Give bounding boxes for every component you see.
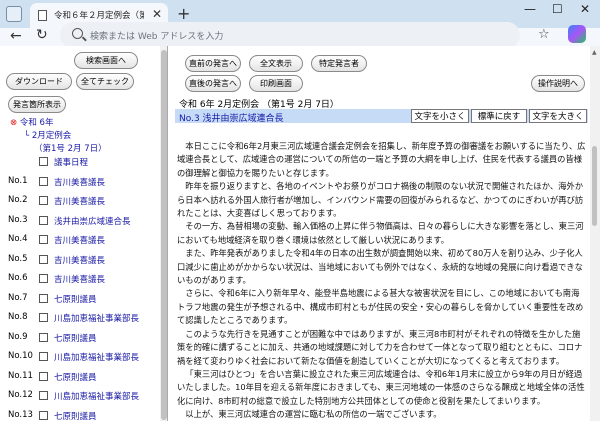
specific-speaker-button[interactable]: 特定発言者: [311, 55, 367, 72]
member-checkbox[interactable]: [39, 410, 48, 420]
font-smaller-button[interactable]: 文字を小さく: [411, 109, 469, 123]
member-number: No.12: [8, 390, 33, 400]
member-checkbox[interactable]: [39, 176, 48, 186]
member-number: No.8: [8, 312, 28, 322]
close-icon[interactable]: ✕: [152, 7, 162, 21]
download-button[interactable]: ダウンロード: [6, 73, 72, 90]
left-scrollbar[interactable]: [160, 46, 167, 421]
member-number: No.4: [8, 234, 28, 244]
speech-paragraph: 本日ここに令和6年2月東三河広域連合議会定例会を招集し、新年度予算の御審議をお願…: [177, 141, 586, 178]
tree-day[interactable]: （第1号 2月 7日）: [34, 142, 107, 154]
member-checkbox[interactable]: [39, 235, 48, 244]
search-icon: [72, 28, 83, 39]
show-speakers-button[interactable]: 発言箇所表示: [8, 96, 66, 113]
member-checkbox[interactable]: [39, 254, 48, 264]
back-arrow-icon[interactable]: ←: [10, 28, 22, 44]
member-name-link[interactable]: 川島加恵福祉事業部長: [54, 351, 139, 363]
tree-year[interactable]: ⊗ 令和 6年: [10, 116, 53, 128]
member-checkbox[interactable]: [39, 332, 48, 342]
member-name-link[interactable]: 川島加恵福祉事業部長: [54, 390, 139, 402]
member-checkbox[interactable]: [39, 371, 48, 381]
full-text-button[interactable]: 全文表示: [249, 55, 303, 72]
next-speech-button[interactable]: 直後の発言へ: [185, 75, 241, 92]
window-close-icon[interactable]: ✕: [580, 2, 590, 16]
member-name-link[interactable]: 七原則議員: [54, 332, 97, 344]
right-frame: 直前の発言へ 全文表示 特定発言者 直後の発言へ 印刷画面 操作説明へ 令和 6…: [171, 46, 600, 421]
speech-paragraph: このような先行きを見通すことが困難な中ではありますが、東三河8市町村がそれぞれの…: [177, 328, 583, 366]
member-number: No.9: [8, 331, 28, 342]
member-number: No.13: [8, 409, 33, 420]
prev-speech-button[interactable]: 直前の発言へ: [185, 55, 241, 72]
member-number: No.10: [8, 351, 33, 361]
speech-body: 本日ここに令和6年2月東三河広域連合議会定例会を招集し、新年度予算の御審議をお願…: [177, 140, 587, 421]
speech-paragraph: 「東三河はひとつ」を合い言葉に設立された東三河広域連合は、令和6年1月末に設立か…: [177, 368, 585, 406]
speech-paragraph: また、昨年発表がありました令和4年の日本の出生数が調査開始以来、初めて80万人を…: [177, 248, 583, 286]
member-number: No.1: [8, 175, 28, 186]
member-checkbox[interactable]: [39, 313, 48, 322]
scroll-up-icon[interactable]: ▲: [592, 49, 597, 56]
member-name-link[interactable]: 吉川美喜議長: [54, 254, 105, 266]
url-input[interactable]: 検索または Web アドレスを入力: [60, 22, 520, 48]
tab-title: 令和６年２月定例会（第1号２月: [54, 11, 144, 21]
font-larger-button[interactable]: 文字を大きく: [529, 109, 587, 123]
member-checkbox[interactable]: [39, 215, 48, 225]
speech-paragraph: さらに、令和6年に入り新年早々、能登半島地震による甚大な被害状況を目にし、この地…: [177, 288, 584, 326]
member-name-link[interactable]: 七原則議員: [54, 293, 97, 305]
search-screen-button[interactable]: 検索画面へ: [74, 52, 138, 69]
minimize-icon[interactable]: —: [524, 2, 536, 16]
left-scroll-thumb[interactable]: [161, 50, 167, 420]
speaker-bar: No.3 浅井由崇広域連合長 文字を小さく 標準に戻す 文字を大きく: [175, 109, 588, 124]
caret-down-icon: ⊗: [10, 118, 18, 128]
tab-actions-button[interactable]: [6, 6, 22, 22]
document-icon: [38, 10, 47, 21]
member-number: No.7: [8, 292, 28, 303]
member-name-link[interactable]: 議事日程: [54, 156, 88, 168]
help-button[interactable]: 操作説明へ: [531, 75, 585, 92]
member-name-link[interactable]: 七原則議員: [54, 371, 97, 383]
member-number: No.3: [8, 214, 28, 225]
member-name-link[interactable]: 吉川美喜議長: [54, 273, 105, 285]
speech-paragraph: 昨年を振り返りますと、各地のイベントやお祭りがコロナ禍後の制限のない状況で開催さ…: [177, 181, 584, 219]
favorite-star-icon[interactable]: ☆: [538, 27, 550, 42]
right-scrollbar[interactable]: ▲: [590, 46, 600, 421]
member-number: No.11: [8, 370, 33, 381]
address-bar: ← ↻ 検索または Web アドレスを入力 ☆: [0, 22, 600, 48]
member-checkbox[interactable]: [39, 196, 48, 205]
member-name-link[interactable]: 浅井由崇広域連合長: [54, 215, 131, 227]
tree-session[interactable]: └ 2月定例会: [24, 129, 71, 141]
member-name-link[interactable]: 吉川美喜議長: [54, 176, 105, 188]
member-number: No.5: [8, 253, 28, 264]
member-number: No.2: [8, 195, 28, 205]
check-all-button[interactable]: 全てチェック: [76, 73, 134, 90]
font-reset-button[interactable]: 標準に戻す: [471, 109, 527, 123]
member-checkbox[interactable]: [39, 293, 48, 303]
right-scroll-thumb[interactable]: [592, 146, 597, 226]
browser-window: 令和６年２月定例会（第1号２月 ✕ + — ☐ ✕ ← ↻ 検索または Web …: [0, 0, 600, 421]
speech-paragraph: その一方、為替相場の変動、輸入価格の上昇に伴う物価高は、日々の暮らしに大きな影響…: [177, 221, 584, 245]
speech-paragraph: 以上が、東三河広域連合の運営に臨む私の所信の一端でございます。: [185, 409, 442, 420]
page-content: 検索画面へ ダウンロード 全てチェック 発言箇所表示 ⊗ 令和 6年 └ 2月定…: [0, 46, 600, 421]
member-checkbox[interactable]: [39, 352, 48, 361]
reload-icon[interactable]: ↻: [36, 27, 48, 43]
member-checkbox[interactable]: [39, 391, 48, 400]
member-name-link[interactable]: 川島加恵福祉事業部長: [54, 312, 139, 324]
member-name-link[interactable]: 吉川美喜議長: [54, 195, 105, 207]
member-checkbox[interactable]: [39, 274, 48, 283]
maximize-icon[interactable]: ☐: [552, 2, 563, 16]
copilot-icon[interactable]: [568, 25, 586, 43]
member-name-link[interactable]: 七原則議員: [54, 410, 97, 421]
speaker-label: No.3 浅井由崇広域連合長: [179, 114, 284, 124]
new-tab-button[interactable]: +: [177, 4, 190, 23]
member-checkbox[interactable]: [39, 157, 48, 166]
left-frame: 検索画面へ ダウンロード 全てチェック 発言箇所表示 ⊗ 令和 6年 └ 2月定…: [0, 46, 168, 421]
tree-connector-icon: └: [24, 131, 30, 141]
member-number: No.6: [8, 273, 28, 283]
print-screen-button[interactable]: 印刷画面: [249, 75, 303, 92]
member-name-link[interactable]: 吉川美喜議長: [54, 234, 105, 246]
url-placeholder: 検索または Web アドレスを入力: [90, 32, 224, 42]
